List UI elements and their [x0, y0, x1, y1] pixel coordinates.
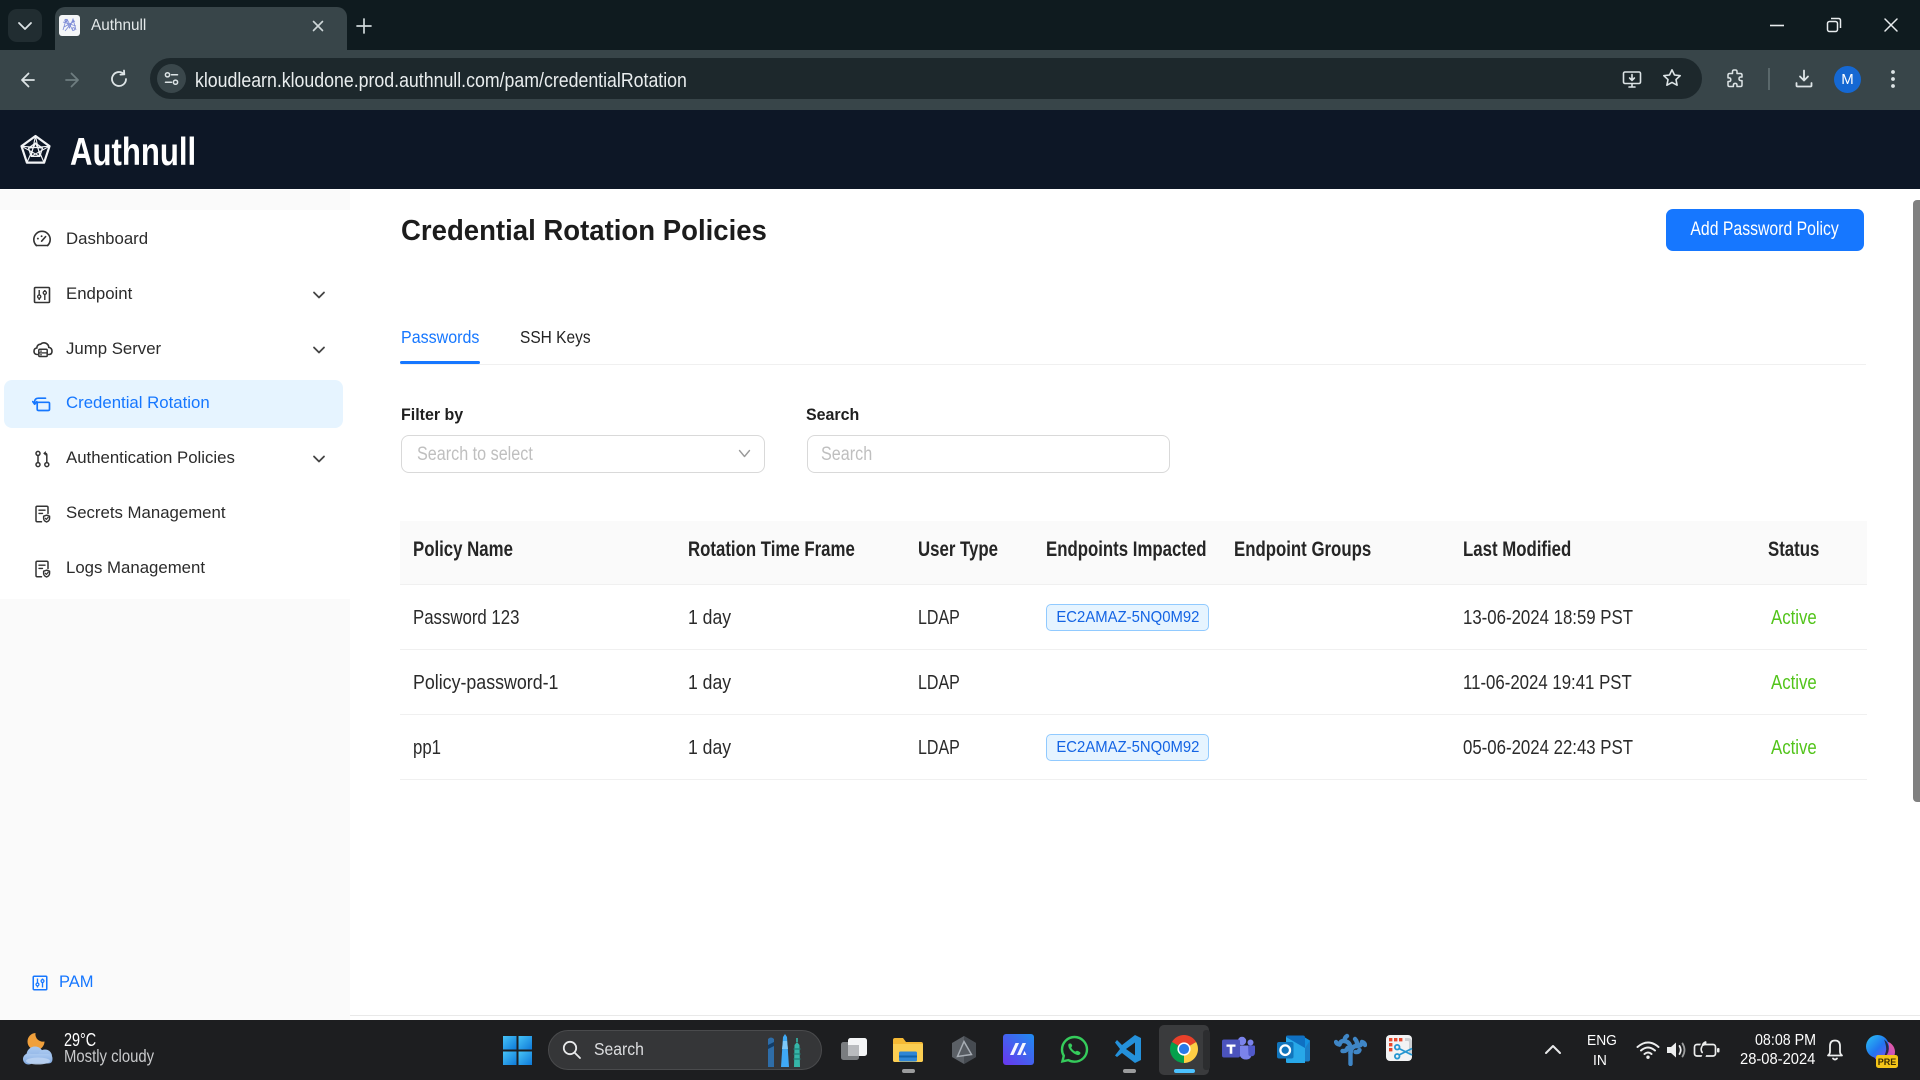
svg-text:PRE: PRE: [1878, 1057, 1897, 1067]
